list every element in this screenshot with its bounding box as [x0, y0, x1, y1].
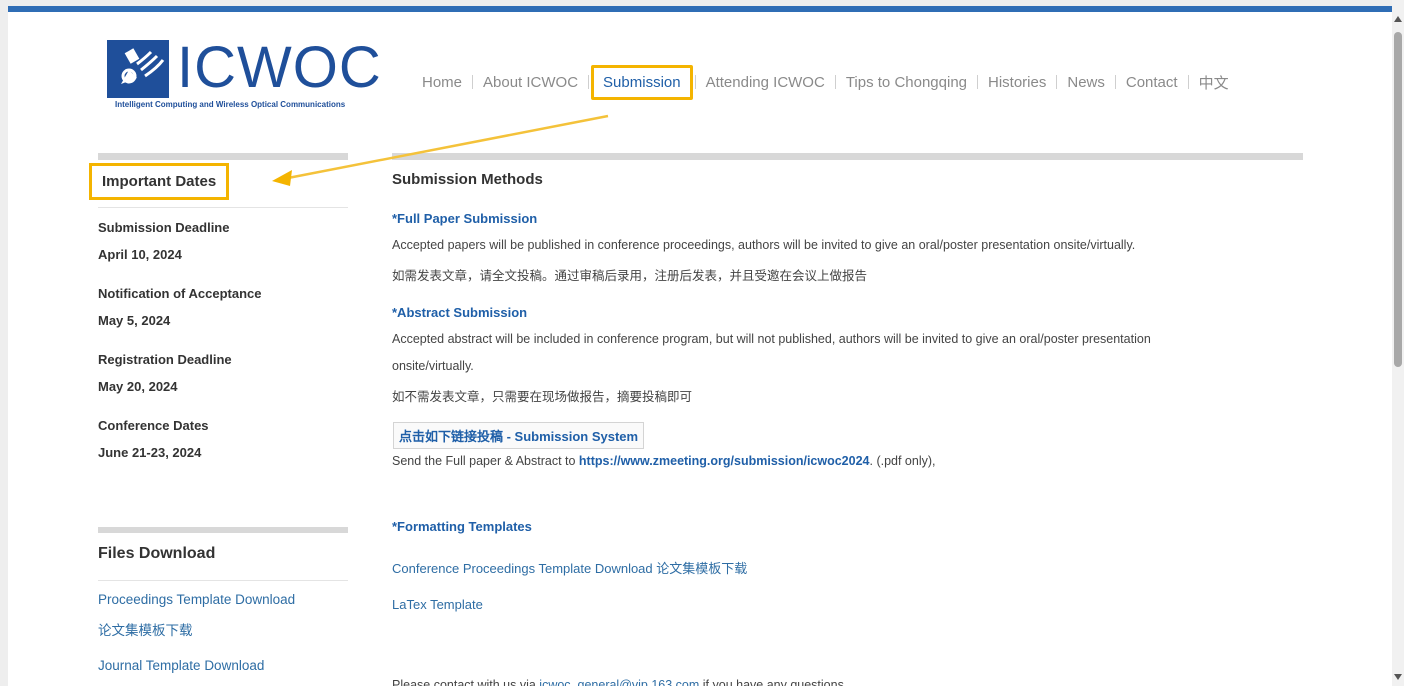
date-label: Notification of Acceptance	[98, 286, 262, 301]
nav-tips[interactable]: Tips to Chongqing	[838, 74, 975, 91]
sidebar-rule	[98, 580, 348, 581]
full-paper-heading: *Full Paper Submission	[392, 211, 538, 226]
top-accent-bar	[8, 6, 1392, 12]
nav-separator	[1187, 75, 1189, 89]
full-paper-text: Accepted papers will be published in con…	[392, 238, 1136, 252]
send-instructions: Send the Full paper & Abstract to https:…	[392, 454, 936, 468]
logo-subtitle: Intelligent Computing and Wireless Optic…	[115, 100, 346, 109]
nav-home[interactable]: Home	[414, 74, 470, 91]
abstract-heading: *Abstract Submission	[392, 305, 528, 320]
nav-separator	[1056, 75, 1058, 89]
conference-template-link[interactable]: Conference Proceedings Template Download…	[392, 558, 747, 577]
nav-separator	[694, 75, 696, 89]
sidebar-divider	[98, 527, 348, 533]
date-label: Registration Deadline	[98, 352, 232, 367]
contact-prefix: Please contact with us via	[392, 678, 540, 686]
nav-separator	[977, 75, 978, 89]
sidebar-rule	[98, 207, 348, 208]
nav-separator	[472, 75, 474, 89]
main-nav: Home About ICWOC Submission Attending IC…	[414, 64, 1237, 100]
logo-text: ICWOC	[177, 35, 382, 100]
nav-chinese[interactable]: 中文	[1191, 72, 1237, 93]
send-prefix: Send the Full paper & Abstract to	[392, 454, 579, 468]
formatting-templates-heading: *Formatting Templates	[392, 519, 532, 534]
site-logo[interactable]: ICWOC Intelligent Computing and Wireless…	[107, 36, 381, 112]
scroll-up-icon[interactable]	[1394, 16, 1402, 22]
important-dates-title: Important Dates	[89, 163, 230, 200]
date-value: June 21-23, 2024	[98, 445, 202, 460]
submission-methods-title: Submission Methods	[392, 171, 543, 188]
nav-separator	[1114, 75, 1116, 89]
nav-separator	[588, 75, 590, 89]
window-frame-left	[0, 0, 8, 686]
proceedings-template-cn-link[interactable]: 论文集模板下载	[98, 619, 193, 639]
date-value: April 10, 2024	[98, 247, 182, 262]
submission-url-link[interactable]: https://www.zmeeting.org/submission/icwo…	[579, 454, 870, 468]
date-label: Submission Deadline	[98, 220, 230, 235]
contact-line: Please contact with us via icwoc_general…	[392, 678, 847, 686]
send-suffix: . (.pdf only),	[869, 454, 936, 468]
nav-submission[interactable]: Submission	[591, 64, 693, 100]
files-download-title: Files Download	[98, 545, 216, 562]
satellite-icon	[107, 40, 169, 98]
nav-histories[interactable]: Histories	[980, 74, 1054, 91]
nav-attending[interactable]: Attending ICWOC	[698, 74, 833, 91]
date-label: Conference Dates	[98, 418, 209, 433]
date-value: May 5, 2024	[98, 313, 171, 328]
abstract-text: Accepted abstract will be included in co…	[392, 332, 1151, 346]
contact-email-link[interactable]: icwoc_general@vip.163.com	[539, 678, 699, 686]
proceedings-template-link[interactable]: Proceedings Template Download	[98, 592, 295, 607]
latex-template-link[interactable]: LaTex Template	[392, 597, 483, 612]
full-paper-text-cn: 如需发表文章，请全文投稿。通过审稿后录用，注册后发表，并且受邀在会议上做报告	[392, 269, 868, 283]
scroll-thumb[interactable]	[1394, 32, 1402, 367]
nav-news[interactable]: News	[1059, 74, 1113, 91]
journal-template-link[interactable]: Journal Template Download	[98, 658, 264, 673]
abstract-text-cn: 如不需发表文章，只需要在现场做报告，摘要投稿即可	[392, 390, 693, 404]
nav-contact[interactable]: Contact	[1118, 74, 1186, 91]
contact-suffix: if you have any questions.	[699, 678, 848, 686]
nav-about[interactable]: About ICWOC	[475, 74, 586, 91]
date-value: May 20, 2024	[98, 379, 178, 394]
page-scrollbar[interactable]	[1392, 0, 1404, 686]
abstract-text-cont: onsite/virtually.	[392, 359, 474, 373]
submission-system-button[interactable]: 点击如下链接投稿 - Submission System	[393, 422, 645, 449]
main-divider	[392, 153, 1303, 160]
scroll-down-icon[interactable]	[1394, 674, 1402, 680]
sidebar-divider	[98, 153, 348, 160]
nav-separator	[834, 75, 836, 89]
page-viewport: ICWOC Intelligent Computing and Wireless…	[0, 0, 1404, 686]
